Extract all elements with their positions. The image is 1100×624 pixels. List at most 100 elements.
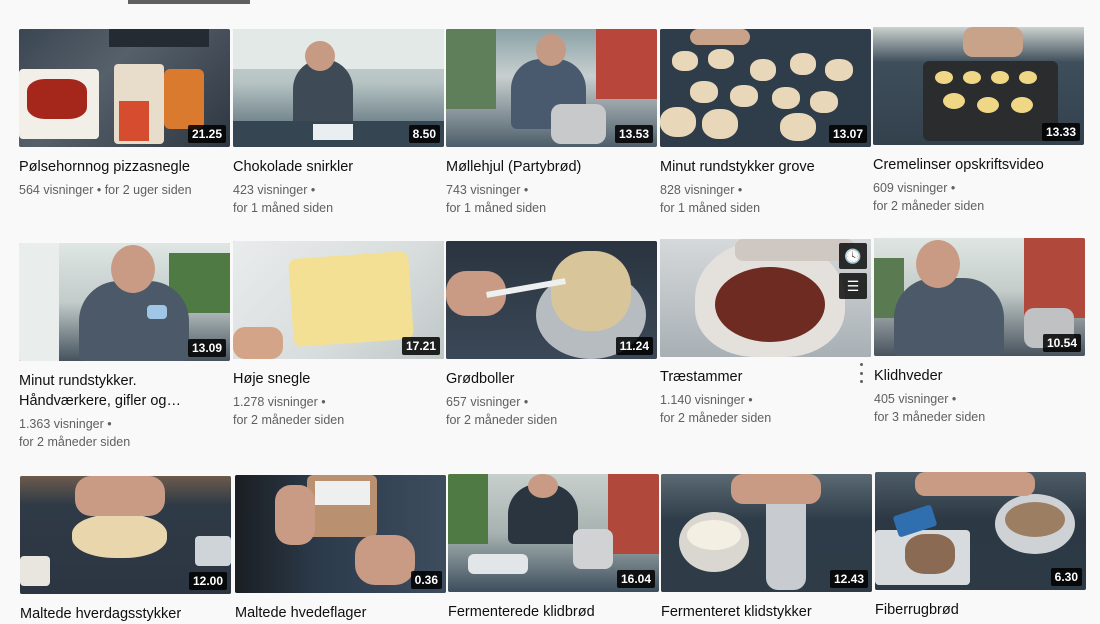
video-title[interactable]: Pølsehornnog pizzasnegle [19,157,230,177]
video-meta: 828 visninger • for 1 måned siden [660,181,871,217]
video-grid: 21.25 Pølsehornnog pizzasnegle 564 visni… [0,0,1100,622]
meta-separator: • [947,181,956,195]
video-thumbnail[interactable]: 10.54 [874,238,1085,356]
video-card[interactable]: 13.53 Møllehjul (Partybrød) 743 visninge… [446,29,657,217]
view-count: 657 visninger [446,395,521,409]
meta-separator: • [103,417,112,431]
view-count: 405 visninger [874,392,949,406]
queue-icon: ☰ [846,277,860,294]
video-title[interactable]: Cremelinser opskriftsvideo [873,155,1084,175]
duration-badge: 12.43 [829,570,868,588]
video-card[interactable]: 13.09 Minut rundstykker. Håndværkere, gi… [19,243,230,451]
duration-badge: 11.24 [615,337,653,355]
video-title[interactable]: Høje snegle [233,369,444,389]
video-thumbnail[interactable]: 13.33 [873,27,1084,145]
video-meta: 657 visninger • for 2 måneder siden [446,393,657,429]
video-thumbnail[interactable]: 🕓 ☰ [660,239,871,357]
view-count: 828 visninger [660,183,735,197]
video-card[interactable]: 17.21 Høje snegle 1.278 visninger • for … [233,241,444,429]
video-title[interactable]: Fiberrugbrød [875,600,1086,620]
watch-later-button[interactable]: 🕓 [839,243,867,269]
video-thumbnail[interactable]: 8.50 [233,29,444,147]
view-count: 609 visninger [873,181,948,195]
duration-badge: 0.36 [410,571,442,589]
meta-separator: • [520,395,529,409]
upload-age: for 2 uger siden [104,183,192,197]
video-thumbnail[interactable]: 6.30 [875,472,1086,590]
video-meta: 743 visninger • for 1 måned siden [446,181,657,217]
duration-badge: 8.50 [408,125,440,143]
view-count: 743 visninger [446,183,521,197]
video-title[interactable]: Fermenterede klidbrød [448,602,659,622]
video-title[interactable]: Fermenteret klidstykker [661,602,872,622]
upload-age: for 2 måneder siden [233,413,345,427]
video-title[interactable]: Træstammer [660,367,871,387]
view-count: 564 visninger [19,183,94,197]
video-meta: 609 visninger • for 2 måneder siden [873,179,1084,215]
video-title[interactable]: Minut rundstykker. Håndværkere, gifler o… [19,371,230,411]
view-count: 423 visninger [233,183,308,197]
video-card[interactable]: 16.04 Fermenterede klidbrød [448,474,659,622]
upload-age: for 1 måned siden [660,201,761,215]
video-thumbnail[interactable]: 17.21 [233,241,444,359]
upload-age: for 2 måneder siden [660,411,772,425]
video-meta: 1.140 visninger • for 2 måneder siden [660,391,871,427]
duration-badge: 21.25 [187,125,226,143]
video-thumbnail[interactable]: 13.07 [660,29,871,147]
video-title[interactable]: Maltede hverdagsstykker [20,604,231,624]
video-meta: 1.278 visninger • for 2 måneder siden [233,393,444,429]
duration-badge: 13.53 [614,125,653,143]
meta-separator: • [948,392,957,406]
video-meta: 423 visninger • for 1 måned siden [233,181,444,217]
meta-separator: • [93,183,105,197]
duration-badge: 16.04 [616,570,655,588]
duration-badge: 17.21 [401,337,440,355]
upload-age: for 2 måneder siden [19,435,131,449]
video-thumbnail[interactable]: 16.04 [448,474,659,592]
duration-badge: 13.09 [187,339,226,357]
meta-separator: • [317,395,326,409]
video-thumbnail[interactable]: 0.36 [235,475,446,593]
video-card[interactable]: 8.50 Chokolade snirkler 423 visninger • … [233,29,444,217]
video-meta: 1.363 visninger • for 2 måneder siden [19,415,230,451]
video-thumbnail[interactable]: 13.53 [446,29,657,147]
duration-badge: 12.00 [188,572,227,590]
upload-age: for 1 måned siden [233,201,334,215]
meta-separator: • [520,183,529,197]
video-card[interactable]: 13.07 Minut rundstykker grove 828 visnin… [660,29,871,217]
video-title[interactable]: Maltede hvedeflager [235,603,446,623]
video-meta: 564 visninger • for 2 uger siden [19,181,230,199]
duration-badge: 6.30 [1050,568,1082,586]
meta-separator: • [734,183,743,197]
video-card[interactable]: 6.30 Fiberrugbrød [875,472,1086,620]
video-card[interactable]: 0.36 Maltede hvedeflager [235,475,446,623]
video-title[interactable]: Chokolade snirkler [233,157,444,177]
view-count: 1.278 visninger [233,395,318,409]
video-title[interactable]: Møllehjul (Partybrød) [446,157,657,177]
clock-icon: 🕓 [844,247,862,264]
video-thumbnail[interactable]: 12.43 [661,474,872,592]
video-title[interactable]: Grødboller [446,369,657,389]
view-count: 1.363 visninger [19,417,104,431]
meta-separator: • [307,183,316,197]
video-thumbnail[interactable]: 13.09 [19,243,230,361]
video-title[interactable]: Minut rundstykker grove [660,157,871,177]
video-title[interactable]: Klidhveder [874,366,1085,386]
duration-badge: 13.07 [828,125,867,143]
duration-badge: 10.54 [1042,334,1081,352]
upload-age: for 1 måned siden [446,201,547,215]
video-card[interactable]: 13.33 Cremelinser opskriftsvideo 609 vis… [873,27,1084,215]
video-thumbnail[interactable]: 21.25 [19,29,230,147]
video-card[interactable]: 12.43 Fermenteret klidstykker [661,474,872,622]
add-to-queue-button[interactable]: ☰ [839,273,867,299]
video-card[interactable]: 🕓 ☰ Træstammer 1.140 visninger • for 2 m… [660,239,871,427]
video-card[interactable]: 11.24 Grødboller 657 visninger • for 2 m… [446,241,657,429]
video-thumbnail[interactable]: 12.00 [20,476,231,594]
upload-age: for 2 måneder siden [446,413,558,427]
video-card[interactable]: 12.00 Maltede hverdagsstykker [20,476,231,624]
meta-separator: • [744,393,753,407]
video-card[interactable]: 21.25 Pølsehornnog pizzasnegle 564 visni… [19,29,230,199]
more-vertical-icon[interactable] [857,363,865,383]
video-thumbnail[interactable]: 11.24 [446,241,657,359]
video-card[interactable]: 10.54 Klidhveder 405 visninger • for 3 m… [874,238,1085,426]
